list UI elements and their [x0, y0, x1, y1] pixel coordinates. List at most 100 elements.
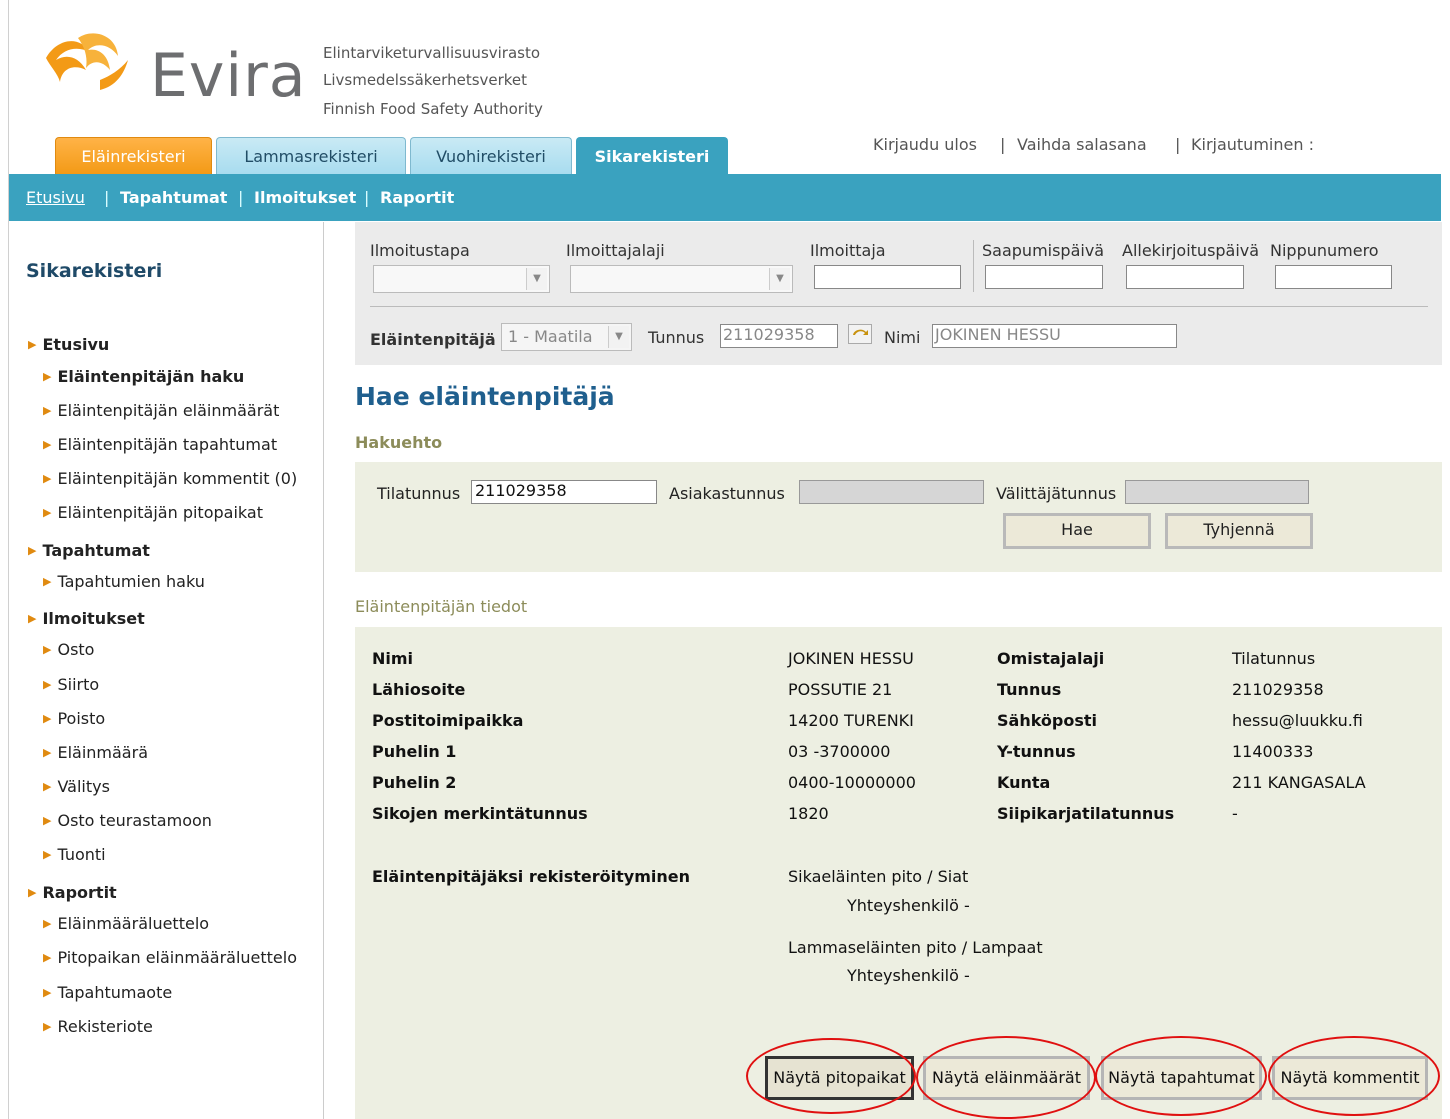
ilmoitustapa-select[interactable]: ▼: [373, 265, 550, 293]
sidebar-item-elaintenpitajan-haku[interactable]: ▶ Eläintenpitäjän haku: [43, 367, 244, 386]
nav-etusivu[interactable]: Etusivu: [26, 188, 85, 207]
sidebar-item-etusivu[interactable]: ▶ Etusivu: [28, 335, 109, 354]
allekirjoituspaiva-label: Allekirjoituspäivä: [1122, 241, 1260, 260]
form-divider: [973, 240, 974, 292]
info-value: 0400-10000000: [788, 773, 916, 792]
sidebar-item-tapahtumat-pitaja[interactable]: ▶ Eläintenpitäjän tapahtumat: [43, 435, 277, 454]
info-label: Y-tunnus: [997, 742, 1076, 761]
sidebar-item-osto[interactable]: ▶ Osto: [43, 640, 94, 659]
form-divider-line: [370, 306, 1428, 307]
sidebar-item-pitopaikat[interactable]: ▶ Eläintenpitäjän pitopaikat: [43, 503, 263, 522]
nav-tapahtumat[interactable]: Tapahtumat: [120, 188, 227, 207]
arrow-right-icon: ▶: [43, 917, 52, 930]
info-value: Tilatunnus: [1232, 649, 1316, 668]
sidebar-item-tapahtumaote[interactable]: ▶ Tapahtumaote: [43, 983, 172, 1002]
info-value: hessu@luukku.fi: [1232, 711, 1363, 730]
ilmoittaja-input[interactable]: [814, 265, 961, 289]
logout-link[interactable]: Kirjaudu ulos: [873, 135, 977, 154]
login-info-label: Kirjautuminen :: [1191, 135, 1314, 154]
arrow-right-icon: ▶: [43, 746, 52, 759]
sidebar-item-tapahtumat[interactable]: ▶ Tapahtumat: [28, 541, 150, 560]
registration-type: Lammaseläinten pito / Lampaat: [788, 938, 1043, 957]
chevron-down-icon: ▼: [608, 326, 629, 348]
ilmoittajalaji-label: Ilmoittajalaji: [566, 241, 665, 260]
chevron-down-icon: ▼: [769, 268, 790, 290]
info-heading: Eläintenpitäjän tiedot: [355, 597, 528, 616]
search-heading: Hakuehto: [355, 433, 443, 452]
change-password-link[interactable]: Vaihda salasana: [1017, 135, 1147, 154]
sidebar-item-tapahtumien-haku[interactable]: ▶ Tapahtumien haku: [43, 572, 205, 591]
tilatunnus-input[interactable]: 211029358: [471, 480, 657, 504]
annotation-ring: [1095, 1036, 1267, 1116]
info-value: JOKINEN HESSU: [788, 649, 914, 668]
nimi-input[interactable]: JOKINEN HESSU: [932, 324, 1177, 348]
sidebar-item-poisto[interactable]: ▶ Poisto: [43, 709, 105, 728]
nav-ilmoitukset[interactable]: Ilmoitukset: [254, 188, 356, 207]
arrow-right-icon: ▶: [28, 338, 37, 351]
sidebar-item-elainmaara[interactable]: ▶ Eläinmäärä: [43, 743, 148, 762]
allekirjoituspaiva-input[interactable]: [1126, 265, 1244, 289]
sidebar-item-rekisteriote[interactable]: ▶ Rekisteriote: [43, 1017, 153, 1036]
valittajatunnus-input[interactable]: [1125, 480, 1309, 504]
arrow-right-icon: ▶: [43, 472, 52, 485]
info-label: Kunta: [997, 773, 1051, 792]
info-value: POSSUTIE 21: [788, 680, 893, 699]
info-label: Omistajalaji: [997, 649, 1105, 668]
sidebar-item-siirto[interactable]: ▶ Siirto: [43, 675, 99, 694]
nav-separator: |: [104, 188, 110, 207]
agency-name-fi: Elintarviketurvallisuusvirasto: [323, 44, 541, 62]
tilatunnus-label: Tilatunnus: [377, 484, 461, 503]
link-separator: |: [1175, 135, 1181, 154]
tab-vuohirekisteri[interactable]: Vuohirekisteri: [410, 137, 572, 174]
sidebar-item-kommentit[interactable]: ▶ Eläintenpitäjän kommentit (0): [43, 469, 297, 488]
sidebar-item-pitopaikan-elainmaaraluettelo[interactable]: ▶ Pitopaikan eläinmääräluettelo: [43, 948, 297, 967]
asiakastunnus-input[interactable]: [799, 480, 984, 504]
info-label: Puhelin 2: [372, 773, 457, 792]
valittajatunnus-label: Välittäjätunnus: [996, 484, 1117, 503]
tunnus-input[interactable]: 211029358: [720, 324, 838, 348]
arrow-right-icon: ▶: [43, 951, 52, 964]
sidebar-title: Sikarekisteri: [26, 260, 163, 282]
sidebar-item-elainmaaraluettelo[interactable]: ▶ Eläinmääräluettelo: [43, 914, 209, 933]
registration-contact: Yhteyshenkilö -: [847, 896, 970, 915]
link-separator: |: [1000, 135, 1006, 154]
sidebar-item-elainmaarat[interactable]: ▶ Eläintenpitäjän eläinmäärät: [43, 401, 279, 420]
arrow-right-icon: ▶: [43, 986, 52, 999]
elaintenpitaja-label: Eläintenpitäjä :: [370, 330, 508, 349]
sidebar-item-osto-teurastamoon[interactable]: ▶ Osto teurastamoon: [43, 811, 212, 830]
registration-type: Sikaeläinten pito / Siat: [788, 867, 969, 886]
ilmoittajalaji-select[interactable]: ▼: [570, 265, 793, 293]
info-label: Sähköposti: [997, 711, 1098, 730]
tab-lammasrekisteri[interactable]: Lammasrekisteri: [216, 137, 406, 174]
info-label: Nimi: [372, 649, 414, 668]
arrow-right-icon: ▶: [43, 506, 52, 519]
agency-name-en: Finnish Food Safety Authority: [323, 100, 543, 118]
arrow-right-icon: ▶: [43, 438, 52, 451]
refresh-icon[interactable]: [848, 324, 872, 344]
info-label: Siipikarjatilatunnus: [997, 804, 1175, 823]
nav-separator: |: [364, 188, 370, 207]
saapumispaiva-input[interactable]: [985, 265, 1103, 289]
sidebar-divider: [323, 222, 324, 1119]
info-value: 1820: [788, 804, 829, 823]
arrow-right-icon: ▶: [28, 612, 37, 625]
nippunumero-input[interactable]: [1275, 265, 1392, 289]
logo-text: Evira: [150, 41, 307, 111]
tab-sikarekisteri[interactable]: Sikarekisteri: [576, 137, 728, 174]
nav-raportit[interactable]: Raportit: [380, 188, 454, 207]
tab-elainrekisteri[interactable]: Eläinrekisteri: [55, 137, 212, 174]
evira-logo-icon: [46, 33, 128, 90]
chevron-down-icon: ▼: [526, 268, 547, 290]
sidebar-item-tuonti[interactable]: ▶ Tuonti: [43, 845, 106, 864]
info-label: Postitoimipaikka: [372, 711, 524, 730]
page-title: Hae eläintenpitäjä: [355, 382, 615, 411]
elaintenpitaja-select[interactable]: 1 - Maatila ▼: [501, 323, 632, 351]
info-value: 211 KANGASALA: [1232, 773, 1366, 792]
sidebar-item-ilmoitukset[interactable]: ▶ Ilmoitukset: [28, 609, 145, 628]
sidebar-item-raportit[interactable]: ▶ Raportit: [28, 883, 117, 902]
info-label: Sikojen merkintätunnus: [372, 804, 588, 823]
sidebar-item-valitys[interactable]: ▶ Välitys: [43, 777, 110, 796]
search-button[interactable]: Hae: [1003, 513, 1151, 549]
clear-button[interactable]: Tyhjennä: [1165, 513, 1313, 549]
arrow-right-icon: ▶: [43, 678, 52, 691]
